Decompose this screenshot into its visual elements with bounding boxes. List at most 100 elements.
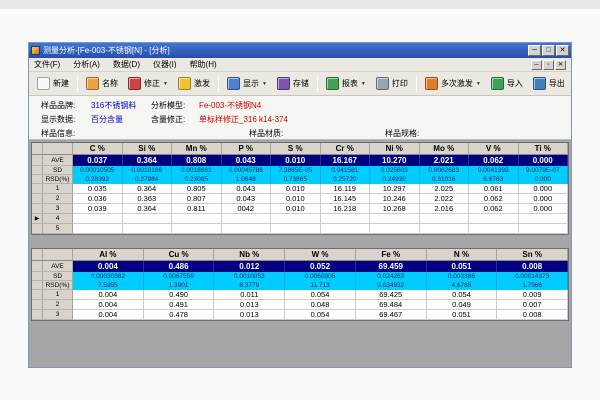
row-label[interactable]: SD (43, 272, 73, 281)
table-cell[interactable]: 69.459 (356, 261, 427, 272)
toolbar-report-button[interactable]: 报表▼ (322, 74, 370, 93)
row-label[interactable]: 1 (43, 290, 73, 300)
table-cell[interactable]: 0.0010186 (123, 166, 173, 175)
table-cell[interactable]: 0.805 (172, 184, 222, 194)
table-cell[interactable] (222, 214, 272, 224)
row-selector[interactable] (32, 261, 43, 272)
table-cell[interactable]: 0.486 (144, 261, 215, 272)
maximize-button[interactable]: □ (542, 45, 555, 56)
table-cell[interactable] (370, 224, 420, 234)
table-cell[interactable] (123, 224, 173, 234)
row-selector[interactable] (32, 281, 43, 290)
table-cell[interactable]: 7.3865E-05 (271, 166, 321, 175)
table-cell[interactable]: 0.364 (123, 204, 173, 214)
table-cell[interactable]: 6.6763 (469, 175, 519, 184)
table-cell[interactable]: 0.490 (144, 290, 215, 300)
table-cell[interactable]: 0.008 (497, 310, 568, 320)
table-cell[interactable]: 0.000 (519, 204, 569, 214)
table-cell[interactable]: 69.467 (356, 310, 427, 320)
table-cell[interactable]: 0.000 (519, 184, 569, 194)
table-cell[interactable]: 0.28392 (73, 175, 123, 184)
table-cell[interactable]: 0.043 (222, 155, 272, 166)
table-cell[interactable]: 0.010 (271, 155, 321, 166)
menu-item-help[interactable]: 帮助(H) (190, 59, 217, 70)
row-label[interactable]: 4 (43, 214, 73, 224)
table-cell[interactable]: 0.0062683 (420, 166, 470, 175)
table-cell[interactable] (73, 224, 123, 234)
table-cell[interactable]: 0.00045786 (222, 166, 272, 175)
table-cell[interactable]: 0.808 (172, 155, 222, 166)
table-cell[interactable]: 0.039 (73, 204, 123, 214)
child-close-button[interactable]: ✕ (555, 60, 566, 70)
menu-item-instrument[interactable]: 仪器(I) (153, 59, 177, 70)
table-cell[interactable]: 0.0041393 (469, 166, 519, 175)
table-cell[interactable]: 0.24930 (370, 175, 420, 184)
table-cell[interactable] (271, 224, 321, 234)
toolbar-print-button[interactable]: 打印 (372, 74, 412, 93)
table-cell[interactable] (222, 224, 272, 234)
row-label[interactable]: AVE (43, 155, 73, 166)
table-cell[interactable] (172, 214, 222, 224)
table-cell[interactable]: 0.054 (285, 290, 356, 300)
row-label[interactable]: 1 (43, 184, 73, 194)
table-cell[interactable]: 0.013 (214, 310, 285, 320)
toolbar-export-button[interactable]: 导出 (529, 74, 569, 93)
table-cell[interactable]: 69.425 (356, 290, 427, 300)
table-cell[interactable]: 0.034932 (356, 281, 427, 290)
menu-item-file[interactable]: 文件(F) (34, 59, 60, 70)
table-cell[interactable]: 0.035 (73, 184, 123, 194)
table-cell[interactable]: 0.025603 (370, 166, 420, 175)
table-cell[interactable]: 0.052 (285, 261, 356, 272)
table-cell[interactable]: 0.364 (123, 155, 173, 166)
table-cell[interactable]: 0.062 (469, 155, 519, 166)
table-cell[interactable]: 0.004 (73, 310, 144, 320)
table-cell[interactable]: 0.037 (73, 155, 123, 166)
table-cell[interactable]: 0.0067559 (144, 272, 215, 281)
table-cell[interactable]: 0.004 (73, 261, 144, 272)
child-minimize-button[interactable]: ─ (531, 60, 542, 70)
table-cell[interactable] (519, 224, 569, 234)
row-label[interactable]: 2 (43, 300, 73, 310)
table-cell[interactable]: 16.167 (321, 155, 371, 166)
table-cell[interactable]: 10.268 (370, 204, 420, 214)
row-label[interactable]: 2 (43, 194, 73, 204)
table-cell[interactable]: 0.007 (497, 300, 568, 310)
table-cell[interactable]: 2.021 (420, 155, 470, 166)
toolbar-correction-button[interactable]: 修正▼ (124, 74, 172, 93)
table-cell[interactable]: 0.054 (427, 290, 498, 300)
row-selector[interactable] (32, 155, 43, 166)
toolbar-excite-button[interactable]: 激发 (174, 74, 214, 93)
table-cell[interactable]: 0.31016 (420, 175, 470, 184)
table-cell[interactable]: 1.0648 (222, 175, 272, 184)
table-cell[interactable]: 11.713 (285, 281, 356, 290)
table-cell[interactable]: 10.270 (370, 155, 420, 166)
table-cell[interactable]: 0.478 (144, 310, 215, 320)
row-selector[interactable] (32, 175, 43, 184)
table-cell[interactable]: 16.119 (321, 184, 371, 194)
row-label[interactable]: RSD(%) (43, 281, 73, 290)
table-cell[interactable]: 0.000 (519, 155, 569, 166)
table-cell[interactable] (420, 214, 470, 224)
table-cell[interactable]: 0.0018661 (172, 166, 222, 175)
toolbar-name-button[interactable]: 名称 (82, 74, 122, 93)
table-cell[interactable]: 0.000 (519, 194, 569, 204)
table-cell[interactable] (123, 214, 173, 224)
table-cell[interactable]: 0.807 (172, 194, 222, 204)
table-cell[interactable]: 7.5955 (73, 281, 144, 290)
table-cell[interactable] (172, 224, 222, 234)
table-cell[interactable]: 2.025 (420, 184, 470, 194)
row-selector[interactable] (32, 224, 43, 234)
table-cell[interactable]: 0.043 (222, 184, 272, 194)
table-cell[interactable]: 16.218 (321, 204, 371, 214)
close-button[interactable]: ✕ (556, 45, 569, 56)
row-label[interactable]: 3 (43, 310, 73, 320)
row-label[interactable]: AVE (43, 261, 73, 272)
row-selector[interactable] (32, 204, 43, 214)
table-cell[interactable]: 0.061 (469, 184, 519, 194)
minimize-button[interactable]: ─ (528, 45, 541, 56)
table-cell[interactable] (271, 214, 321, 224)
row-label[interactable]: SD (43, 166, 73, 175)
table-cell[interactable]: 0.036 (73, 194, 123, 204)
table-cell[interactable]: 0.73865 (271, 175, 321, 184)
table-cell[interactable] (469, 214, 519, 224)
